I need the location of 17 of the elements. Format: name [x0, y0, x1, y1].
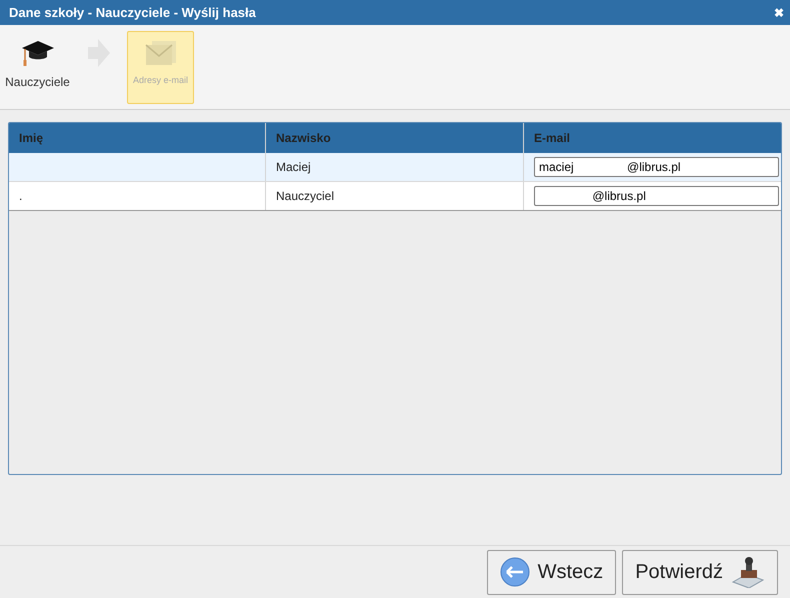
step-label: Nauczyciele [5, 75, 70, 89]
step-label: Adresy e-mail [132, 75, 188, 85]
close-button[interactable]: ✖ [774, 6, 784, 20]
back-button[interactable]: Wstecz [486, 550, 616, 594]
table-cell: Maciej [276, 160, 311, 174]
email-field[interactable]: @librus.pl [534, 186, 779, 206]
table-cell: Nauczyciel [276, 189, 334, 203]
graduation-cap-icon [20, 39, 54, 69]
stamp-icon [731, 556, 765, 588]
table-row[interactable]: . Nauczyciel @librus.pl [9, 182, 781, 211]
confirm-button[interactable]: Potwierdź [622, 550, 778, 594]
table-cell: . [19, 189, 22, 203]
email-field[interactable]: maciej @librus.pl [534, 157, 779, 177]
window-title: Dane szkoły - Nauczyciele - Wyślij hasła [9, 5, 256, 20]
table-row[interactable]: Maciej maciej @librus.pl [9, 153, 781, 182]
step-button[interactable]: Nauczyciele [4, 31, 71, 104]
column-header: E-mail [533, 130, 572, 147]
